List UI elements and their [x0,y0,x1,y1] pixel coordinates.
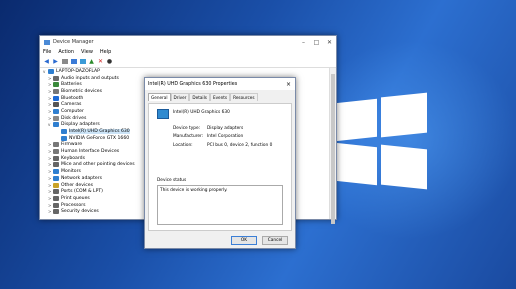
tree-item-label: Disk drives [61,115,87,121]
device-category-icon [53,102,59,108]
device-category-icon [53,95,59,101]
device-category-icon [53,202,59,208]
tree-item-label: Ports (COM & LPT) [61,189,103,195]
window-title: Device Manager [53,39,94,45]
device-category-icon [53,75,59,81]
device-type-value: Display adapters [207,126,244,131]
forward-icon[interactable]: ▶ [52,58,59,65]
manufacturer-label: Manufacturer: [173,134,204,139]
tree-item-label: Processors [61,202,86,208]
dialog-title-bar: Intel(R) UHD Graphics 630 Properties × [145,78,295,90]
tab-general[interactable]: General [148,93,171,101]
update-driver-icon[interactable]: ▲ [88,58,95,65]
tree-item-label: Network adapters [61,175,103,181]
title-bar: Device Manager – □ ✕ [40,36,336,48]
minimize-button[interactable]: – [297,39,310,46]
device-category-icon [53,189,59,195]
device-category-icon [53,182,59,188]
scrollbar-thumb[interactable] [331,74,335,224]
windows-logo [335,92,427,190]
tree-item-label: Display adapters [61,122,100,128]
device-category-icon [53,195,59,201]
tree-item-label: Security devices [61,209,99,215]
properties-dialog: Intel(R) UHD Graphics 630 Properties × G… [144,77,296,249]
tree-scrollbar[interactable] [329,68,336,224]
tree-item-label: Other devices [61,182,93,188]
tree-item-label: Print queues [61,195,90,201]
device-manager-icon [44,39,50,45]
menu-bar: File Action View Help [40,48,336,56]
computer-icon [48,68,54,74]
ok-button[interactable]: OK [231,236,257,245]
tab-details[interactable]: Details [189,93,210,101]
tab-events[interactable]: Events [209,93,231,101]
tree-root[interactable]: v LAPTOP-DAZOFLAP [43,68,329,75]
cancel-button[interactable]: Cancel [262,236,288,245]
device-category-icon [53,142,59,148]
menu-action[interactable]: Action [58,49,74,55]
device-category-icon [53,162,59,168]
tree-item-label: Audio inputs and outputs [61,75,119,81]
tree-item-label: Biometric devices [61,88,102,94]
disable-icon[interactable]: ● [106,58,113,65]
tree-item-label: Firmware [61,142,83,148]
device-category-icon [53,115,59,121]
device-category-icon [53,82,59,88]
tab-driver[interactable]: Driver [170,93,190,101]
general-panel: Intel(R) UHD Graphics 630 Device type: D… [148,103,292,231]
device-name: Intel(R) UHD Graphics 630 [173,110,230,115]
dialog-title: Intel(R) UHD Graphics 630 Properties [148,81,238,87]
properties-icon[interactable] [61,58,68,65]
manufacturer-value: Intel Corporation [207,134,244,139]
menu-file[interactable]: File [43,49,51,55]
device-status-box[interactable]: This device is working properly. [157,185,283,225]
tree-item-label: Computer [61,108,84,114]
device-category-icon [61,129,67,135]
close-button[interactable]: ✕ [323,39,336,46]
tree-item-label: NVIDIA GeForce GTX 1660 [69,135,130,141]
device-category-icon [61,135,67,141]
device-status-label: Device status [157,178,187,183]
device-category-icon [53,209,59,215]
tree-item-label: Monitors [61,169,81,175]
tree-item-label: Cameras [61,102,82,108]
help-icon[interactable] [70,58,77,65]
device-category-icon [53,88,59,94]
maximize-button[interactable]: □ [310,39,323,46]
scan-icon[interactable] [79,58,86,65]
dialog-tabs: General Driver Details Events Resources [145,93,295,101]
toolbar: ◀ ▶ ▲ ✕ ● [40,56,336,68]
device-category-icon [53,155,59,161]
tree-item-label: Mice and other pointing devices [61,162,135,168]
location-label: Location: [173,143,193,148]
device-status-text: This device is working properly. [160,188,228,193]
device-category-icon [53,169,59,175]
device-category-icon [53,108,59,114]
tab-resources[interactable]: Resources [230,93,258,101]
menu-view[interactable]: View [81,49,93,55]
location-value: PCI bus 0, device 2, function 0 [207,143,273,148]
uninstall-icon[interactable]: ✕ [97,58,104,65]
tree-item-label: Human Interface Devices [61,149,120,155]
dialog-close-button[interactable]: × [286,81,291,88]
back-icon[interactable]: ◀ [43,58,50,65]
tree-item-label: Bluetooth [61,95,84,101]
tree-item-label: Keyboards [61,155,85,161]
tree-item-label: Intel(R) UHD Graphics 630 [69,129,130,135]
tree-root-label: LAPTOP-DAZOFLAP [56,68,100,74]
device-category-icon [53,149,59,155]
menu-help[interactable]: Help [100,49,111,55]
device-category-icon [53,175,59,181]
device-type-label: Device type: [173,126,201,131]
display-adapter-icon [157,109,169,119]
tree-item-label: Batteries [61,82,82,88]
device-category-icon [53,122,59,128]
